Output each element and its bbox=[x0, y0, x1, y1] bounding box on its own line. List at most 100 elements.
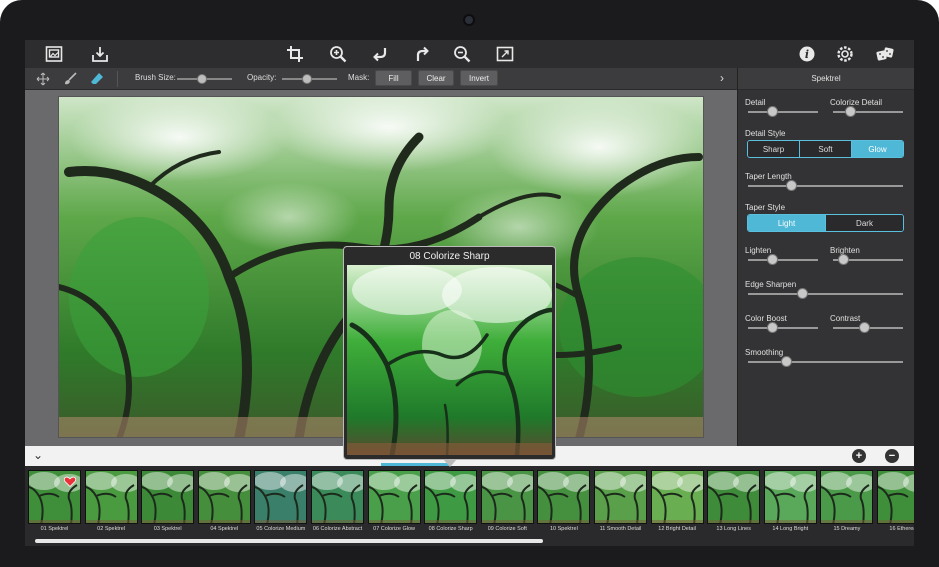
taper-style-label: Taper Style bbox=[745, 203, 786, 212]
detail-style-selector: Sharp Soft Glow bbox=[747, 140, 904, 158]
move-icon[interactable] bbox=[35, 71, 51, 87]
preset-label: 07 Colorize Glow bbox=[373, 526, 416, 532]
laptop-bezel: i Brush Size: Opacity: Mask: Fill Clear … bbox=[0, 0, 939, 567]
eraser-icon[interactable] bbox=[89, 71, 105, 87]
options-bar: Brush Size: Opacity: Mask: Fill Clear In… bbox=[25, 68, 737, 90]
chevron-right-icon[interactable]: › bbox=[720, 71, 724, 85]
detail-style-label: Detail Style bbox=[745, 129, 786, 138]
save-icon[interactable] bbox=[90, 44, 110, 64]
redo-icon[interactable] bbox=[413, 44, 433, 64]
undo-icon[interactable] bbox=[370, 44, 390, 64]
lighten-slider[interactable] bbox=[748, 254, 818, 265]
taper-length-knob[interactable] bbox=[785, 180, 797, 191]
color-boost-knob[interactable] bbox=[767, 322, 778, 333]
detail-style-glow[interactable]: Glow bbox=[852, 141, 903, 157]
smoothing-knob[interactable] bbox=[781, 356, 793, 367]
preset-label: 04 Spektrel bbox=[210, 526, 239, 532]
detail-knob[interactable] bbox=[767, 106, 778, 117]
preset-label: 08 Colorize Sharp bbox=[428, 526, 473, 532]
popup-preview-image bbox=[347, 265, 552, 455]
preset-thumbnail[interactable] bbox=[650, 470, 704, 524]
preset-thumbnail[interactable] bbox=[367, 470, 421, 524]
clear-button[interactable]: Clear bbox=[418, 70, 454, 86]
taper-length-slider[interactable] bbox=[748, 180, 903, 191]
popup-title: 08 Colorize Sharp bbox=[409, 250, 490, 262]
colorize-detail-slider[interactable] bbox=[833, 106, 903, 117]
popup-pointer bbox=[443, 459, 457, 467]
taper-style-dark[interactable]: Dark bbox=[826, 215, 903, 231]
contrast-label: Contrast bbox=[830, 314, 861, 323]
color-boost-label: Color Boost bbox=[745, 314, 787, 323]
opacity-knob[interactable] bbox=[301, 74, 312, 84]
lighten-label: Lighten bbox=[745, 246, 772, 255]
preset-thumbnail[interactable] bbox=[594, 470, 647, 524]
detail-slider[interactable] bbox=[748, 106, 818, 117]
zoom-out-icon[interactable] bbox=[452, 44, 472, 64]
random-icon[interactable] bbox=[875, 44, 895, 64]
opacity-slider[interactable] bbox=[282, 74, 337, 84]
taper-style-light[interactable]: Light bbox=[748, 215, 826, 231]
preset-thumbnail[interactable] bbox=[537, 470, 591, 524]
preset-thumbnail[interactable] bbox=[707, 470, 761, 524]
preset-label: 14 Long Bright bbox=[772, 526, 809, 532]
svg-text:i: i bbox=[805, 48, 809, 61]
brighten-knob[interactable] bbox=[838, 254, 849, 265]
smoothing-slider[interactable] bbox=[748, 356, 903, 367]
info-icon[interactable]: i bbox=[797, 44, 817, 64]
invert-button[interactable]: Invert bbox=[460, 70, 498, 86]
preset-thumbnail[interactable] bbox=[877, 470, 914, 524]
settings-icon[interactable] bbox=[835, 44, 855, 64]
colorize-detail-knob[interactable] bbox=[845, 106, 856, 117]
color-boost-slider[interactable] bbox=[748, 322, 818, 333]
app-screen: i Brush Size: Opacity: Mask: Fill Clear … bbox=[25, 40, 914, 546]
preset-label: 10 Spektrel bbox=[549, 526, 578, 532]
preset-label: 15 Dreamy bbox=[833, 526, 861, 532]
preset-filmstrip: 01 Spektrel 02 Spektrel 03 Spektrel 04 Spek… bbox=[25, 466, 914, 546]
fill-button[interactable]: Fill bbox=[375, 70, 412, 86]
colorize-detail-label: Colorize Detail bbox=[830, 98, 883, 107]
preset-thumbnail[interactable] bbox=[763, 470, 817, 524]
filmstrip-scrollbar[interactable] bbox=[35, 539, 543, 543]
edge-sharpen-slider[interactable] bbox=[748, 288, 903, 299]
preset-thumbnail[interactable] bbox=[480, 470, 534, 524]
preset-label: 01 Spektrel bbox=[40, 526, 69, 532]
taper-length-label: Taper Length bbox=[745, 172, 792, 181]
brush-size-knob[interactable] bbox=[196, 74, 207, 84]
preset-label: 03 Spektrel bbox=[153, 526, 182, 532]
preset-label: 02 Spektrel bbox=[97, 526, 125, 532]
preset-label: 16 Ethereal bbox=[889, 526, 914, 532]
preset-label: 05 Colorize Medium bbox=[256, 526, 306, 532]
fit-icon[interactable] bbox=[495, 44, 515, 64]
remove-preset-button[interactable]: − bbox=[885, 449, 899, 463]
preset-thumbnail[interactable] bbox=[84, 470, 138, 524]
settings-panel: Spektrel Detail Colorize Detail Detail S… bbox=[737, 68, 914, 446]
add-preset-button[interactable]: + bbox=[852, 449, 866, 463]
taper-style-selector: Light Dark bbox=[747, 214, 904, 232]
smoothing-label: Smoothing bbox=[745, 348, 784, 357]
preset-label: 11 Smooth Detail bbox=[599, 526, 642, 532]
brush-size-label: Brush Size: bbox=[135, 73, 176, 82]
brush-size-slider[interactable] bbox=[177, 74, 232, 84]
edge-sharpen-knob[interactable] bbox=[796, 288, 808, 299]
divider bbox=[117, 71, 118, 87]
preset-thumbnail[interactable] bbox=[254, 470, 308, 524]
panel-title: Spektrel bbox=[738, 68, 914, 90]
contrast-knob[interactable] bbox=[859, 322, 870, 333]
image-icon[interactable] bbox=[44, 44, 64, 64]
zoom-in-icon[interactable] bbox=[328, 44, 348, 64]
detail-style-sharp[interactable]: Sharp bbox=[748, 141, 800, 157]
detail-style-soft[interactable]: Soft bbox=[800, 141, 852, 157]
preset-thumbnail[interactable] bbox=[311, 470, 364, 524]
crop-icon[interactable] bbox=[285, 44, 305, 64]
brighten-slider[interactable] bbox=[833, 254, 903, 265]
chevron-down-icon[interactable]: ⌄ bbox=[33, 448, 43, 462]
preset-label: 09 Colorize Soft bbox=[487, 526, 527, 532]
preset-thumbnail[interactable] bbox=[820, 470, 874, 524]
favorite-heart-icon[interactable] bbox=[63, 474, 77, 492]
contrast-slider[interactable] bbox=[833, 322, 903, 333]
preset-thumbnail[interactable] bbox=[424, 470, 478, 524]
brush-icon[interactable] bbox=[62, 71, 78, 87]
preset-thumbnail[interactable] bbox=[141, 470, 195, 524]
lighten-knob[interactable] bbox=[767, 254, 778, 265]
preset-thumbnail[interactable] bbox=[197, 470, 251, 524]
